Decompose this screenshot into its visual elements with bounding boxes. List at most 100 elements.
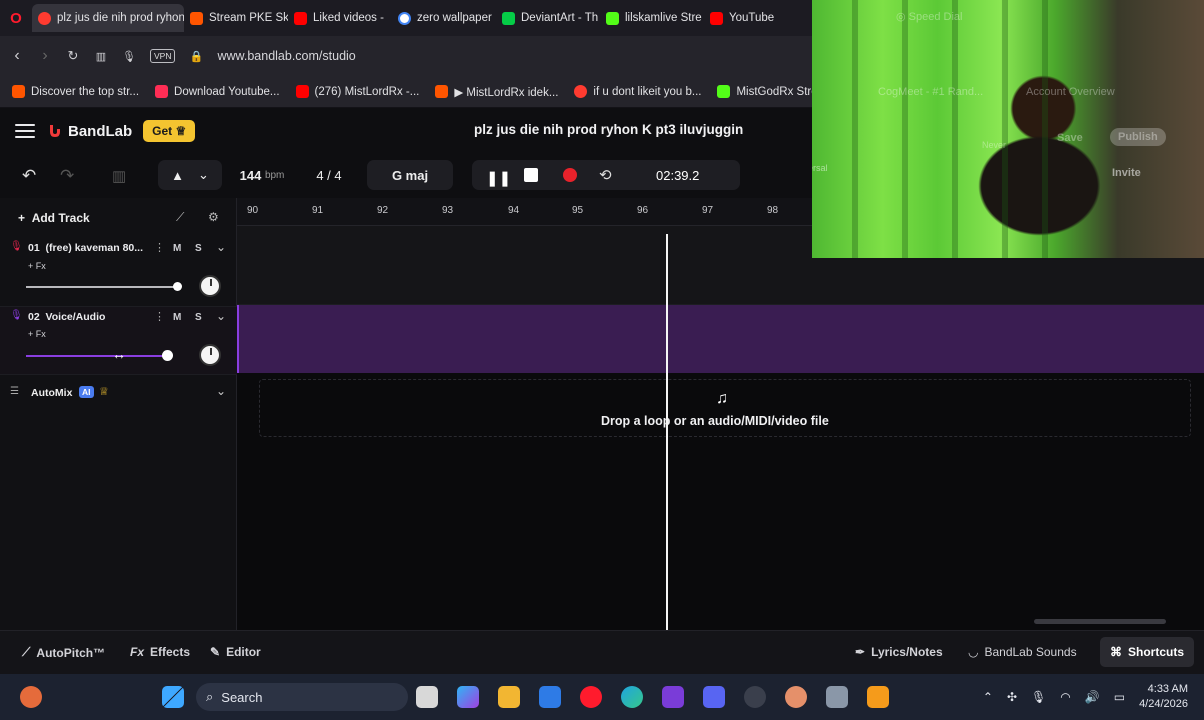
mail-icon[interactable] (539, 686, 561, 708)
add-fx-button[interactable]: + Fx (28, 261, 46, 271)
automix-row[interactable]: ☰ AutoMix AI ♕ ⌄ (0, 380, 237, 408)
undo-icon[interactable]: ↶ (22, 166, 36, 186)
chevron-down-icon[interactable]: ⌄ (216, 309, 226, 323)
file-explorer-icon[interactable] (498, 686, 520, 708)
copilot-icon[interactable] (457, 686, 479, 708)
volume-icon[interactable]: 🔊 (1085, 690, 1100, 704)
settings-icon[interactable] (744, 686, 766, 708)
editor-button[interactable]: ✎ Editor (210, 645, 261, 659)
tab-soundcloud[interactable]: Stream PKE Sk (184, 4, 288, 32)
vpn-badge[interactable]: VPN (150, 49, 176, 63)
bookmark-item[interactable]: Discover the top str... (12, 85, 139, 98)
game-icon[interactable] (785, 686, 807, 708)
bookmark-item[interactable]: Download Youtube... (155, 85, 280, 98)
solo-button[interactable]: S (195, 243, 202, 254)
get-membership-button[interactable]: Get ♕ (143, 120, 196, 142)
bookmark-item[interactable]: (276) MistLordRx -... (295, 85, 419, 98)
pan-knob[interactable] (199, 275, 221, 297)
track-header[interactable]: 🎙 01 (free) kaveman 80... ⋮ M S ⌄ + Fx (0, 238, 237, 307)
fl-studio-icon[interactable] (867, 686, 889, 708)
pan-knob[interactable] (199, 344, 221, 366)
horizontal-scrollbar[interactable] (1034, 619, 1166, 624)
shortcuts-button[interactable]: ⌘ Shortcuts (1100, 637, 1195, 667)
track-settings-icon[interactable]: ⚙ (208, 210, 219, 224)
chevron-down-icon[interactable]: ⌄ (216, 240, 226, 254)
wifi-icon[interactable]: ◠ (1060, 690, 1070, 704)
clock[interactable]: 4:33 AM 4/24/2026 (1139, 682, 1188, 712)
add-fx-button[interactable]: + Fx (28, 329, 46, 339)
autopitch-button[interactable]: ⟋ AutoPitch™ (22, 645, 105, 660)
playhead[interactable] (666, 234, 668, 630)
video-editor-icon[interactable] (662, 686, 684, 708)
user-avatar-icon[interactable] (20, 686, 42, 708)
automix-label: AutoMix (31, 387, 73, 399)
extensions-icon[interactable]: ▥ (94, 50, 108, 63)
back-icon[interactable]: ‹ (10, 47, 24, 65)
key-field[interactable]: G maj (367, 160, 453, 190)
bookmark-item[interactable]: if u dont likeit you b... (574, 85, 701, 98)
time-signature-field[interactable]: 4 / 4 (302, 160, 356, 190)
mute-button[interactable]: M (173, 243, 181, 254)
app-tray-icon[interactable]: ✣ (1007, 690, 1017, 704)
battery-icon[interactable]: ▭ (1114, 690, 1125, 704)
metronome-dropdown[interactable]: ▲ ⌄ (158, 160, 222, 190)
camera-app-icon[interactable] (826, 686, 848, 708)
volume-knob[interactable] (162, 350, 173, 361)
reload-icon[interactable]: ↻ (66, 48, 80, 64)
windows-start-icon[interactable] (162, 686, 184, 708)
solo-button[interactable]: S (195, 312, 202, 323)
tab-youtube[interactable]: YouTube (704, 4, 808, 32)
menu-icon[interactable] (15, 124, 35, 138)
discord-icon[interactable] (703, 686, 725, 708)
bandlab-sounds-button[interactable]: ◡ BandLab Sounds (968, 645, 1077, 659)
more-options-icon[interactable]: ⋮ (154, 241, 165, 254)
volume-knob[interactable] (173, 282, 182, 291)
taskbar-search[interactable]: ⌕ Search (196, 683, 408, 711)
chevron-up-icon[interactable]: ⌃ (983, 690, 993, 704)
tab-label: lilskamlive Stre (625, 12, 702, 24)
track-name[interactable]: 01 (free) kaveman 80... (28, 242, 143, 254)
volume-slider[interactable] (26, 355, 166, 357)
edge-icon[interactable] (621, 686, 643, 708)
bookmark-item[interactable]: ▶ MistLordRx idek... (435, 85, 558, 99)
microphone-icon[interactable]: 🎙 (1031, 690, 1046, 704)
loop-icon[interactable]: ⟲ (599, 166, 612, 184)
opera-logo-icon[interactable]: O (0, 0, 32, 36)
tempo-field[interactable]: 144 bpm (222, 160, 302, 190)
tab-deviantart[interactable]: DeviantArt - Th (496, 4, 600, 32)
project-title[interactable]: plz jus die nih prod ryhon K pt3 iluvjug… (474, 122, 743, 137)
piano-roll-icon[interactable]: ▥ (112, 167, 126, 185)
publish-button[interactable]: Publish (1110, 128, 1166, 146)
bandlab-logo[interactable]: BandLab (47, 123, 132, 140)
tab-bandlab[interactable]: plz jus die nih prod ryhon (32, 4, 184, 32)
wand-icon[interactable]: ⟋ (176, 210, 184, 225)
volume-slider[interactable] (26, 286, 176, 288)
task-view-icon[interactable] (416, 686, 438, 708)
tab-youtube-liked[interactable]: Liked videos - (288, 4, 392, 32)
bookmark-overlay[interactable]: CogMeet - #1 Rand... (878, 86, 983, 98)
opera-icon[interactable] (580, 686, 602, 708)
redo-icon[interactable]: ↷ (60, 166, 74, 186)
speed-dial-tab[interactable]: ◎ Speed Dial (896, 10, 962, 23)
bookmark-overlay[interactable]: Account Overview (1026, 86, 1115, 98)
pause-icon[interactable]: ❚❚ (486, 169, 511, 187)
effects-button[interactable]: Fx Effects (130, 645, 190, 659)
url-field[interactable]: www.bandlab.com/studio (217, 49, 355, 63)
track-header[interactable]: 🎙 02 Voice/Audio ⋮ M S ⌄ + Fx ↔ (0, 307, 237, 375)
tab-kick-stream[interactable]: lilskamlive Stre (600, 4, 704, 32)
stop-icon[interactable] (524, 168, 538, 182)
lyrics-notes-button[interactable]: ✒ Lyrics/Notes (855, 645, 943, 659)
more-options-icon[interactable]: ⋮ (154, 310, 165, 323)
add-track-button[interactable]: + Add Track (18, 211, 90, 225)
drop-zone[interactable] (259, 379, 1191, 437)
track-lane-selected[interactable] (237, 305, 1204, 373)
track-name[interactable]: 02 Voice/Audio (28, 311, 105, 323)
save-button[interactable]: Save (1057, 132, 1083, 144)
record-icon[interactable] (563, 168, 577, 182)
microphone-icon[interactable]: 🎙 (122, 50, 136, 63)
invite-button[interactable]: Invite (1112, 167, 1141, 179)
mute-button[interactable]: M (173, 312, 181, 323)
forward-icon[interactable]: › (38, 47, 52, 65)
chevron-down-icon[interactable]: ⌄ (216, 384, 226, 398)
tab-google[interactable]: zero wallpaper (392, 4, 496, 32)
